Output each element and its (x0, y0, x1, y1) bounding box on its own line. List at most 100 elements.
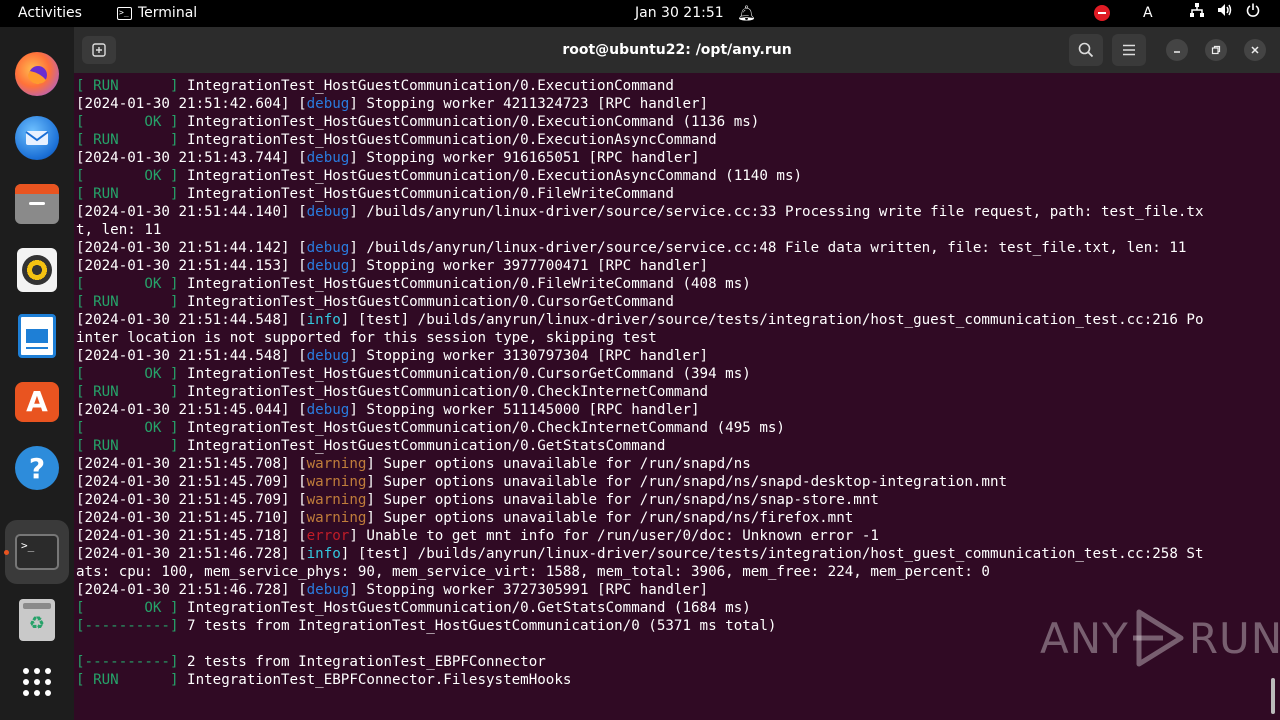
help-icon: ? (15, 446, 59, 490)
dock-help[interactable]: ? (12, 443, 62, 493)
menu-button[interactable] (1112, 34, 1146, 66)
terminal-text-segment: IntegrationTest_HostGuestCommunication/0… (178, 186, 674, 202)
clock[interactable]: Jan 30 21:51 (635, 0, 724, 27)
terminal-text-segment: IntegrationTest_EBPFConnector.Filesystem… (178, 672, 572, 688)
terminal-text-segment: ] Super options unavailable for /run/sna… (366, 492, 879, 508)
terminal-text-segment: [ OK ] (76, 114, 179, 130)
trash-icon: ♻ (19, 599, 55, 641)
restore-icon (1211, 45, 1221, 55)
volume-icon[interactable] (1217, 0, 1233, 27)
terminal-text-segment: t, len: 11 (76, 222, 162, 238)
terminal-line: [ RUN ] IntegrationTest_EBPFConnector.Fi… (76, 671, 1270, 689)
terminal-text-segment: IntegrationTest_HostGuestCommunication/0… (178, 384, 709, 400)
input-source-indicator[interactable]: A (1143, 0, 1153, 27)
network-icon[interactable] (1190, 0, 1204, 27)
terminal-text-segment: IntegrationTest_HostGuestCommunication/0… (178, 132, 717, 148)
terminal-text-segment: [2024-01-30 21:51:42.604] [ (76, 96, 307, 112)
terminal-line: [2024-01-30 21:51:45.718] [error] Unable… (76, 527, 1270, 545)
terminal-line: [2024-01-30 21:51:42.604] [debug] Stoppi… (76, 95, 1270, 113)
terminal-line: [ OK ] IntegrationTest_HostGuestCommunic… (76, 167, 1270, 185)
terminal-text-segment: ] Stopping worker 3977700471 [RPC handle… (349, 258, 709, 274)
terminal-line: [2024-01-30 21:51:45.710] [warning] Supe… (76, 509, 1270, 527)
search-icon (1078, 42, 1094, 58)
do-not-disturb-icon[interactable] (1094, 5, 1110, 21)
terminal-text-segment: [2024-01-30 21:51:45.710] [ (76, 510, 307, 526)
terminal-text-segment: [2024-01-30 21:51:46.728] [ (76, 546, 307, 562)
terminal-line: [2024-01-30 21:51:45.709] [warning] Supe… (76, 491, 1270, 509)
terminal-text-segment: [2024-01-30 21:51:46.728] [ (76, 582, 307, 598)
close-icon (1251, 46, 1259, 54)
terminal-line: [ RUN ] IntegrationTest_HostGuestCommuni… (76, 185, 1270, 203)
terminal-text-segment: ] Stopping worker 3130797304 [RPC handle… (349, 348, 709, 364)
dock-terminal[interactable]: >_ (12, 527, 62, 577)
activities-button[interactable]: Activities (18, 0, 82, 27)
terminal-text-segment: [2024-01-30 21:51:43.744] [ (76, 150, 307, 166)
terminal-text-segment: [2024-01-30 21:51:45.044] [ (76, 402, 307, 418)
header-bar: root@ubuntu22: /opt/any.run (74, 27, 1280, 73)
terminal-text-segment: [ RUN ] (76, 186, 179, 202)
terminal-line: [ RUN ] IntegrationTest_HostGuestCommuni… (76, 383, 1270, 401)
terminal-text-segment: IntegrationTest_HostGuestCommunication/0… (178, 600, 751, 616)
terminal-text-segment: [2024-01-30 21:51:44.548] [ (76, 312, 307, 328)
maximize-button[interactable] (1205, 39, 1227, 61)
files-icon (15, 184, 59, 224)
terminal-text-segment: IntegrationTest_HostGuestCommunication/0… (178, 78, 674, 94)
terminal-text-segment: [2024-01-30 21:51:44.153] [ (76, 258, 307, 274)
terminal-text-segment: IntegrationTest_HostGuestCommunication/0… (178, 168, 803, 184)
terminal-line: [2024-01-30 21:51:46.728] [info] [test] … (76, 545, 1270, 563)
terminal-text-segment: IntegrationTest_HostGuestCommunication/0… (178, 420, 785, 436)
dock-trash[interactable]: ♻ (12, 595, 62, 645)
terminal-line: [ OK ] IntegrationTest_HostGuestCommunic… (76, 113, 1270, 131)
terminal-line: [ RUN ] IntegrationTest_HostGuestCommuni… (76, 437, 1270, 455)
terminal-text-segment: [ OK ] (76, 366, 179, 382)
dock-app-center[interactable]: A (12, 377, 62, 427)
terminal-text-segment: IntegrationTest_HostGuestCommunication/0… (178, 294, 674, 310)
dock-firefox[interactable] (12, 49, 62, 99)
power-icon[interactable] (1246, 0, 1260, 27)
app-menu-terminal[interactable]: >_ Terminal (117, 0, 197, 27)
terminal-line: [2024-01-30 21:51:44.548] [debug] Stoppi… (76, 347, 1270, 365)
terminal-line: [ RUN ] IntegrationTest_HostGuestCommuni… (76, 293, 1270, 311)
terminal-text-segment: 2 tests from IntegrationTest_EBPFConnect… (178, 654, 546, 670)
dock: A ? >_ ♻ (0, 27, 74, 720)
terminal-text-segment: warning (306, 474, 367, 490)
dock-files[interactable] (12, 179, 62, 229)
terminal-text-segment: IntegrationTest_HostGuestCommunication/0… (178, 276, 751, 292)
scrollbar[interactable] (1271, 678, 1275, 714)
dock-thunderbird[interactable] (12, 113, 62, 163)
terminal-text-segment: [----------] (76, 618, 179, 634)
terminal-text-segment: debug (306, 582, 350, 598)
terminal-text-segment: [ OK ] (76, 420, 179, 436)
terminal-text-segment: [ RUN ] (76, 438, 179, 454)
minimize-icon (1174, 51, 1180, 53)
search-button[interactable] (1069, 34, 1103, 66)
terminal-text-segment: [ OK ] (76, 276, 179, 292)
thunderbird-icon (15, 116, 59, 160)
terminal-text-segment: ] Super options unavailable for /run/sna… (366, 510, 854, 526)
terminal-text-segment: ] /builds/anyrun/linux-driver/source/ser… (349, 240, 1187, 256)
grid-icon (23, 668, 51, 696)
terminal-text-segment: ats: cpu: 100, mem_service_phys: 90, mem… (76, 564, 990, 580)
watermark-run: RUN (1188, 613, 1280, 663)
show-apps-button[interactable] (12, 657, 62, 707)
minimize-button[interactable] (1166, 39, 1188, 61)
terminal-text-segment: warning (306, 510, 367, 526)
terminal-line: inter location is not supported for this… (76, 329, 1270, 347)
notification-bell-icon[interactable]: 🔔︎ (737, 0, 756, 27)
terminal-text-segment: ] Super options unavailable for /run/sna… (366, 456, 751, 472)
terminal-text-segment: [2024-01-30 21:51:45.718] [ (76, 528, 307, 544)
terminal-text-segment: [ OK ] (76, 600, 179, 616)
terminal-text-segment: IntegrationTest_HostGuestCommunication/0… (178, 366, 751, 382)
terminal-text-segment: ] Stopping worker 4211324723 [RPC handle… (349, 96, 709, 112)
dock-rhythmbox[interactable] (12, 245, 62, 295)
terminal-icon: >_ (15, 534, 59, 570)
terminal-line: [ RUN ] IntegrationTest_HostGuestCommuni… (76, 131, 1270, 149)
terminal-text-segment: ] Stopping worker 916165051 [RPC handler… (349, 150, 700, 166)
close-button[interactable] (1244, 39, 1266, 61)
terminal-line: [ RUN ] IntegrationTest_HostGuestCommuni… (76, 77, 1270, 95)
terminal-text-segment: 7 tests from IntegrationTest_HostGuestCo… (178, 618, 777, 634)
terminal-text-segment: ] Stopping worker 3727305991 [RPC handle… (349, 582, 709, 598)
terminal-text-segment: debug (306, 96, 350, 112)
terminal-text-segment: [2024-01-30 21:51:45.708] [ (76, 456, 307, 472)
dock-libreoffice-writer[interactable] (12, 311, 62, 361)
